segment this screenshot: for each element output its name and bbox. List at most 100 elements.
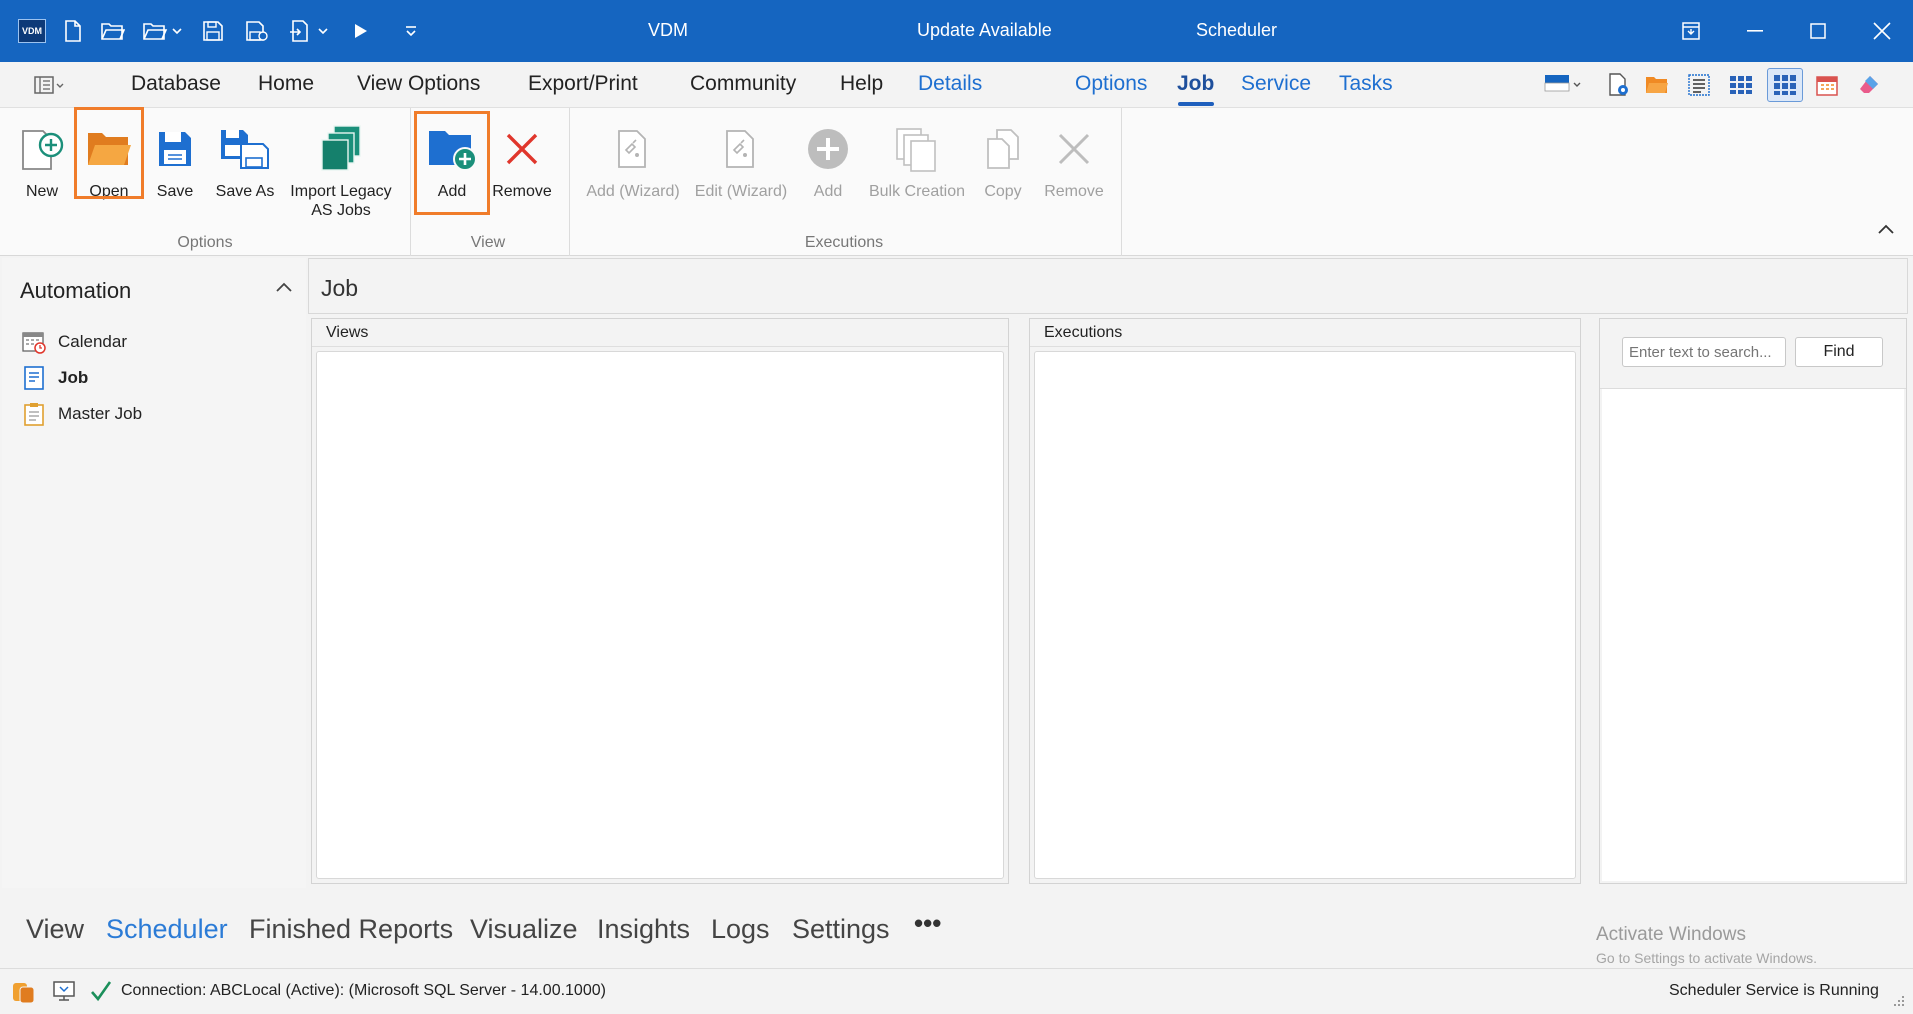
- sidebar-collapse-icon[interactable]: [274, 280, 298, 304]
- eraser-icon[interactable]: [1854, 70, 1884, 100]
- sidebar-title: Automation: [20, 278, 132, 303]
- exec-copy-button[interactable]: Copy: [975, 116, 1031, 201]
- sidebar-item-job[interactable]: Job: [22, 366, 88, 390]
- nav-logs[interactable]: Logs: [711, 914, 770, 945]
- open-recent-icon[interactable]: [140, 16, 186, 46]
- bulk-creation-button[interactable]: Bulk Creation: [864, 116, 970, 201]
- sidebar-item-calendar[interactable]: Calendar: [22, 330, 127, 354]
- view-remove-button[interactable]: Remove: [490, 116, 554, 201]
- calendar-icon: [22, 330, 46, 354]
- menu-view-options[interactable]: View Options: [357, 72, 480, 96]
- menu-export-print[interactable]: Export/Print: [528, 72, 638, 96]
- collapse-ribbon-icon[interactable]: [1876, 222, 1898, 244]
- save-as-button[interactable]: Save As: [210, 116, 280, 201]
- copy-icon: [983, 116, 1023, 182]
- theme-selector-icon[interactable]: [1542, 70, 1586, 100]
- remove-x-icon: [504, 116, 540, 182]
- tab-options[interactable]: Options: [1075, 72, 1147, 96]
- list-view-icon[interactable]: [1684, 70, 1714, 100]
- import-legacy-button[interactable]: Import Legacy AS Jobs: [286, 116, 396, 220]
- tab-job[interactable]: Job: [1177, 72, 1214, 96]
- nav-view[interactable]: View: [26, 914, 84, 945]
- add-circle-icon: [806, 116, 850, 182]
- executions-list[interactable]: [1034, 351, 1576, 879]
- nav-scheduler[interactable]: Scheduler: [106, 914, 228, 945]
- menu-database[interactable]: Database: [131, 72, 221, 96]
- checkmark-icon: [90, 979, 114, 1005]
- save-disk-icon: [157, 116, 193, 182]
- clipboard-icon: [22, 402, 46, 426]
- app-logo[interactable]: VDM: [16, 16, 48, 46]
- restore-layout-icon[interactable]: [1674, 14, 1708, 48]
- database-icon[interactable]: [12, 979, 36, 1005]
- exec-remove-label: Remove: [1044, 183, 1104, 200]
- views-pane: Views: [311, 318, 1009, 884]
- tab-details[interactable]: Details: [918, 72, 982, 96]
- update-available-link[interactable]: Update Available: [917, 20, 1052, 41]
- run-icon[interactable]: [346, 16, 376, 46]
- job-icon: [22, 366, 46, 390]
- import-legacy-icon: [318, 116, 364, 182]
- exec-add-wizard-label: Add (Wizard): [586, 183, 680, 200]
- menu-home[interactable]: Home: [258, 72, 314, 96]
- exec-edit-wizard-button[interactable]: Edit (Wizard): [692, 116, 790, 201]
- save-all-icon[interactable]: [242, 16, 272, 46]
- import-icon[interactable]: [286, 16, 332, 46]
- resize-grip-icon[interactable]: [1894, 995, 1906, 1007]
- nav-more-button[interactable]: •••: [914, 908, 941, 939]
- grid-view-icon[interactable]: [1726, 70, 1756, 100]
- views-pane-title: Views: [312, 319, 1008, 347]
- nav-finished-reports[interactable]: Finished Reports: [249, 914, 453, 945]
- customize-toolbar-icon[interactable]: [398, 16, 424, 46]
- menu-help[interactable]: Help: [840, 72, 883, 96]
- save-button[interactable]: Save: [150, 116, 200, 201]
- sidebar-item-master-job[interactable]: Master Job: [22, 402, 142, 426]
- app-title: VDM: [648, 20, 688, 40]
- folder-icon[interactable]: [1642, 70, 1672, 100]
- search-pane: Find: [1599, 318, 1907, 884]
- automation-panel: Automation Calendar Job Master Job: [2, 258, 306, 888]
- nav-visualize[interactable]: Visualize: [470, 914, 578, 945]
- exec-add-button[interactable]: Add: [800, 116, 856, 201]
- sidebar-item-label: Master Job: [58, 404, 143, 423]
- bottom-navigation: View Scheduler Finished Reports Visualiz…: [0, 890, 1913, 968]
- exec-add-wizard-button[interactable]: Add (Wizard): [584, 116, 682, 201]
- tile-view-icon[interactable]: [1767, 68, 1803, 102]
- save-icon[interactable]: [198, 16, 228, 46]
- views-list[interactable]: [316, 351, 1004, 879]
- server-icon[interactable]: [52, 979, 76, 1005]
- new-file-icon[interactable]: [58, 16, 88, 46]
- maximize-button[interactable]: [1801, 14, 1835, 48]
- nav-settings[interactable]: Settings: [792, 914, 890, 945]
- page-settings-icon[interactable]: [1604, 70, 1634, 100]
- new-document-icon: [19, 116, 65, 182]
- save-button-label: Save: [156, 183, 194, 200]
- remove-x-icon: [1056, 116, 1092, 182]
- view-remove-button-label: Remove: [492, 183, 552, 200]
- activate-windows-title: Activate Windows: [1596, 924, 1746, 945]
- close-button[interactable]: [1865, 14, 1899, 48]
- menu-community[interactable]: Community: [690, 72, 796, 96]
- minimize-button[interactable]: [1738, 14, 1772, 48]
- executions-pane-title: Executions: [1030, 319, 1580, 347]
- exec-add-label: Add: [813, 183, 843, 200]
- exec-remove-button[interactable]: Remove: [1040, 116, 1108, 201]
- sidebar-toggle-icon[interactable]: [32, 70, 68, 100]
- new-button[interactable]: New: [18, 116, 66, 201]
- view-group-label: View: [470, 234, 506, 251]
- nav-insights[interactable]: Insights: [597, 914, 690, 945]
- search-results[interactable]: [1602, 389, 1904, 881]
- calendar-view-icon[interactable]: [1812, 70, 1842, 100]
- tab-service[interactable]: Service: [1241, 72, 1311, 96]
- open-folder-icon[interactable]: [98, 16, 128, 46]
- sidebar-item-label: Job: [58, 368, 89, 387]
- executions-group-label: Executions: [804, 234, 884, 251]
- tab-tasks[interactable]: Tasks: [1339, 72, 1393, 96]
- save-as-icon: [219, 116, 271, 182]
- ribbon: New Open Save Save As Import Legacy AS J…: [0, 107, 1913, 256]
- ribbon-separator: [1121, 108, 1122, 256]
- ribbon-separator: [410, 108, 411, 256]
- search-input[interactable]: [1622, 337, 1786, 367]
- find-button[interactable]: Find: [1795, 337, 1883, 367]
- bulk-documents-icon: [893, 116, 941, 182]
